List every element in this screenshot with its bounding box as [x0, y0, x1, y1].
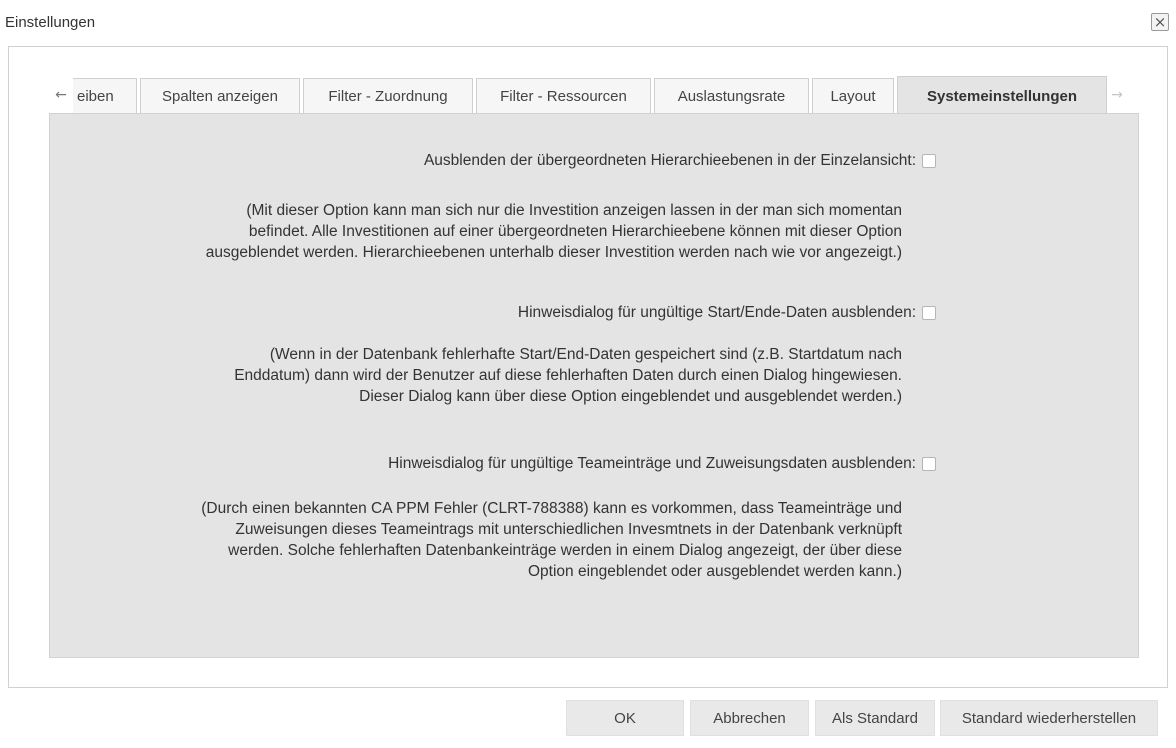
ok-button[interactable]: OK: [566, 700, 684, 736]
tab-label: Filter - Ressourcen: [500, 87, 627, 105]
description-line: befindet. Alle Investitionen auf einer ü…: [248, 223, 902, 240]
hide-parent-hierarchy-checkbox[interactable]: [922, 154, 936, 168]
tab-filter-zuordnung[interactable]: Filter - Zuordnung: [303, 78, 473, 113]
option-description: (Wenn in der Datenbank fehlerhafte Start…: [42, 344, 902, 407]
tab-strip: ← eiben Spalten anzeigen Filter - Zuordn…: [49, 76, 1139, 115]
tab-scroll-right-button[interactable]: →: [1107, 76, 1127, 114]
systemeinstellungen-panel: Ausblenden der übergeordneten Hierarchie…: [49, 113, 1139, 658]
restore-default-button[interactable]: Standard wiederherstellen: [940, 700, 1158, 736]
tab-spalten-anzeigen[interactable]: Spalten anzeigen: [140, 78, 300, 113]
dialog-title: Einstellungen: [5, 14, 96, 31]
set-default-button[interactable]: Als Standard: [815, 700, 935, 736]
close-button[interactable]: ×: [1151, 13, 1169, 31]
close-icon: ×: [1153, 12, 1167, 31]
description-line: (Wenn in der Datenbank fehlerhafte Start…: [269, 346, 902, 363]
description-line: Enddatum) dann wird der Benutzer auf die…: [234, 367, 902, 384]
option-label: Hinweisdialog für ungültige Teameinträge…: [388, 455, 916, 472]
tab-auslastungsrate[interactable]: Auslastungsrate: [654, 78, 809, 113]
option-label: Hinweisdialog für ungültige Start/Ende-D…: [517, 304, 916, 321]
description-line: (Durch einen bekannten CA PPM Fehler (CL…: [201, 500, 902, 517]
cancel-button[interactable]: Abbrechen: [690, 700, 809, 736]
description-line: Zuweisungen dieses Teameintrags mit unte…: [235, 521, 902, 538]
description-line: ausgeblendet werden. Hierarchieebenen un…: [205, 244, 902, 261]
tab-label: Filter - Zuordnung: [328, 87, 448, 105]
tab-label: Spalten anzeigen: [162, 87, 278, 105]
tab-label: Auslastungsrate: [677, 87, 786, 105]
option-hide-invalid-team-entries-dialog: Hinweisdialog für ungültige Teameinträge…: [388, 455, 936, 473]
hide-invalid-dates-checkbox[interactable]: [922, 306, 936, 320]
option-hide-parent-hierarchy: Ausblenden der übergeordneten Hierarchie…: [424, 152, 936, 170]
tab-systemeinstellungen[interactable]: Systemeinstellungen: [897, 76, 1107, 115]
description-line: Option eingeblendet oder ausgeblendet we…: [528, 563, 902, 580]
arrow-left-icon: ←: [55, 87, 67, 103]
tab-layout[interactable]: Layout: [812, 78, 894, 113]
option-hide-invalid-dates-dialog: Hinweisdialog für ungültige Start/Ende-D…: [518, 304, 936, 322]
tab-label: eiben: [77, 87, 114, 105]
dialog-titlebar: Einstellungen ×: [0, 0, 1176, 40]
description-line: Dieser Dialog kann über diese Option ein…: [359, 388, 902, 405]
description-line: werden. Solche fehlerhaften Datenbankein…: [228, 542, 902, 559]
tab-label: Layout: [830, 87, 876, 105]
option-label: Ausblenden der übergeordneten Hierarchie…: [423, 152, 916, 169]
description-line: (Mit dieser Option kann man sich nur die…: [246, 202, 902, 219]
tab-filter-ressourcen[interactable]: Filter - Ressourcen: [476, 78, 651, 113]
tab-scroll-left-button[interactable]: ←: [51, 76, 71, 114]
tab-beschreiben[interactable]: eiben: [73, 78, 137, 113]
tab-label: Systemeinstellungen: [926, 87, 1078, 105]
hide-invalid-team-entries-checkbox[interactable]: [922, 457, 936, 471]
option-description: (Durch einen bekannten CA PPM Fehler (CL…: [42, 498, 902, 582]
arrow-right-icon: →: [1111, 87, 1123, 103]
option-description: (Mit dieser Option kann man sich nur die…: [42, 200, 902, 263]
